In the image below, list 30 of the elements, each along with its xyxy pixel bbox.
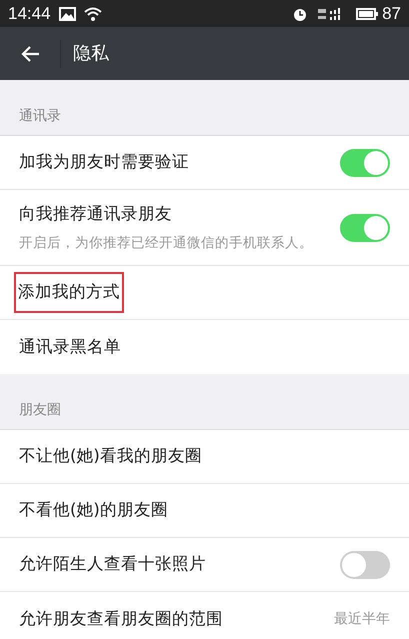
setting-label: 向我推荐通讯录朋友 <box>19 203 172 225</box>
setting-label: 不让他(她)看我的朋友圈 <box>19 445 202 468</box>
settings-row[interactable]: 允许陌生人查看十张照片 <box>0 538 409 592</box>
toggle-switch[interactable] <box>340 214 390 242</box>
settings-row[interactable]: 允许朋友查看朋友圈的范围 最近半年 <box>0 592 409 639</box>
setting-label: 不看他(她)的朋友圈 <box>19 499 168 522</box>
setting-label: 允许陌生人查看十张照片 <box>19 553 206 576</box>
battery-icon <box>356 8 378 20</box>
toggle-switch[interactable] <box>340 148 390 176</box>
setting-label: 允许朋友查看朋友圈的范围 <box>19 608 223 630</box>
section-header: 朋友圈 <box>19 401 61 420</box>
setting-label: 添加我的方式 <box>18 282 120 302</box>
wifi-icon <box>84 6 102 20</box>
settings-row[interactable]: 添加我的方式 <box>0 266 409 320</box>
settings-row[interactable]: 不看他(她)的朋友圈 <box>0 484 409 538</box>
setting-label: 加我为朋友时需要验证 <box>19 151 189 174</box>
section-header: 通讯录 <box>19 107 61 126</box>
settings-row[interactable]: 向我推荐通讯录朋友 开启后，为你推荐已经开通微信的手机联系人。 <box>0 190 409 266</box>
settings-row[interactable]: 加我为朋友时需要验证 <box>0 136 409 190</box>
image-icon <box>58 6 76 20</box>
setting-label: 通讯录黑名单 <box>19 336 121 358</box>
battery-level: 87 <box>382 2 401 25</box>
setting-description: 开启后，为你推荐已经开通微信的手机联系人。 <box>19 234 313 253</box>
back-arrow-icon <box>20 44 40 62</box>
settings-row[interactable]: 不让他(她)看我的朋友圈 <box>0 430 409 484</box>
toggle-switch[interactable] <box>340 550 390 578</box>
page-title: 隐私 <box>73 42 109 66</box>
setting-value: 最近半年 <box>334 610 390 628</box>
clock: 14:44 <box>8 2 51 25</box>
settings-row[interactable]: 通讯录黑名单 <box>0 320 409 374</box>
